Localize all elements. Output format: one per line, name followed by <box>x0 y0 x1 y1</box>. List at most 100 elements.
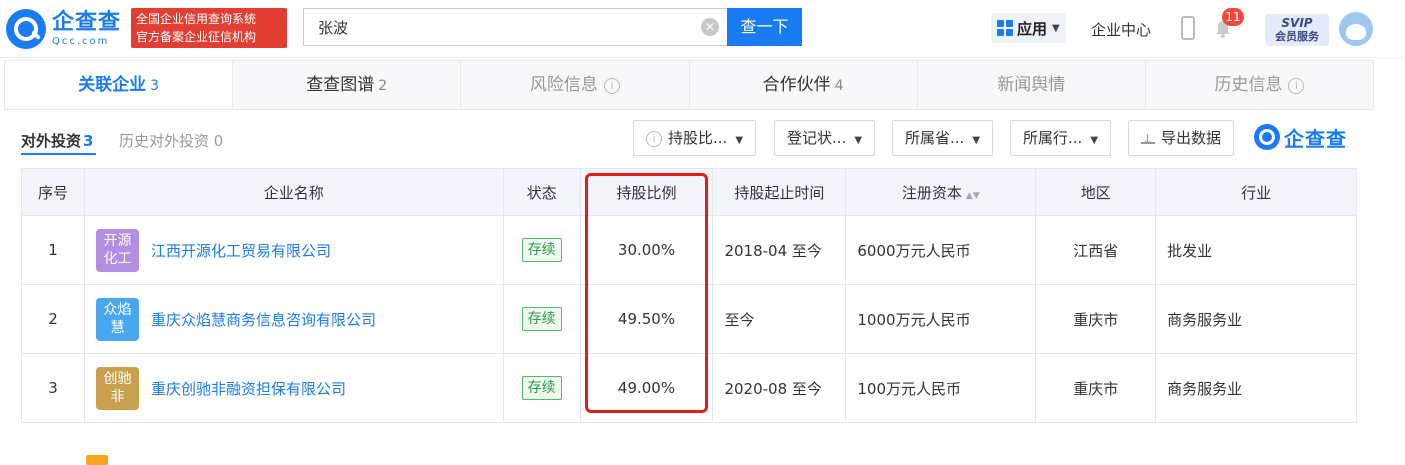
column-header: 地区 <box>1035 168 1157 216</box>
apps-menu[interactable]: 应用 ▼ <box>991 13 1066 43</box>
tab-history[interactable]: 历史信息 i <box>1146 61 1373 109</box>
column-header-label: 注册资本 <box>901 183 962 202</box>
registration-status-filter[interactable]: 登记状... ▼ <box>774 120 876 156</box>
column-header: 序号 <box>21 168 85 216</box>
chevron-down-icon: ▼ <box>1052 22 1060 34</box>
tab-graph[interactable]: 查查图谱 2 <box>233 61 462 109</box>
row-index: 3 <box>21 353 85 423</box>
holding-period: 2020-08 至今 <box>712 353 847 423</box>
table-row: 1 开源 化工 江西开源化工贸易有限公司 存续 30.00% 2018-04 至今 6000… <box>21 215 1357 285</box>
column-header: 持股起止时间 <box>712 168 847 216</box>
subtab-underline <box>21 153 96 155</box>
column-header: 行业 <box>1155 168 1357 216</box>
region: 重庆市 <box>1035 353 1157 423</box>
search-box: ✕ <box>303 8 727 46</box>
notification-badge: 11 <box>1222 8 1244 26</box>
company-name-link[interactable]: 江西开源化工贸易有限公司 <box>151 240 331 261</box>
filter-label: 所属行... <box>1023 129 1083 147</box>
vip-subtitle: 会员服务 <box>1275 30 1319 43</box>
apps-label: 应用 <box>1017 19 1048 38</box>
logo-magnifier-icon <box>6 9 46 49</box>
filter-label: 持股比... <box>668 129 728 147</box>
tab-partners[interactable]: 合作伙伴 4 <box>690 61 918 109</box>
company-cell: 开源 化工 江西开源化工贸易有限公司 <box>83 215 504 285</box>
slogan-line-2: 官方备案企业征信机构 <box>136 30 257 44</box>
tab-risk-info[interactable]: 风险信息 i <box>461 61 690 109</box>
search-button[interactable]: 查一下 <box>727 8 802 46</box>
industry-filter[interactable]: 所属行... ▼ <box>1010 120 1112 156</box>
avatar[interactable] <box>1339 12 1373 46</box>
industry: 商务服务业 <box>1155 284 1357 354</box>
status-cell: 存续 <box>502 215 581 285</box>
main-tabs: 关联企业 3 查查图谱 2 风险信息 i 合作伙伴 4 新闻舆情 历史信息 i <box>4 60 1374 110</box>
enterprise-center-link[interactable]: 企业中心 <box>1091 19 1151 40</box>
company-name-link[interactable]: 重庆创驰非融资担保有限公司 <box>151 378 346 399</box>
tab-label: 查查图谱 <box>306 75 375 95</box>
logo-text: 企查查 <box>52 9 122 35</box>
status-badge: 存续 <box>521 307 562 331</box>
clear-icon[interactable]: ✕ <box>701 18 719 36</box>
info-icon: i <box>1288 78 1305 94</box>
site-logo[interactable]: 企查查 Qcc.com <box>6 8 121 50</box>
subtab-label: 对外投资 <box>21 132 82 150</box>
column-header: 持股比例 <box>579 168 714 216</box>
column-header-sortable[interactable]: 注册资本 ▲▼ <box>845 168 1037 216</box>
region: 重庆市 <box>1035 284 1157 354</box>
info-icon: i <box>646 131 662 147</box>
company-logo[interactable]: 开源 化工 <box>95 228 139 272</box>
registered-capital: 100万元人民币 <box>845 353 1037 423</box>
province-filter[interactable]: 所属省... ▼ <box>892 120 994 156</box>
top-bar: 企查查 Qcc.com 全国企业信用查询系统 官方备案企业征信机构 ✕ 查一下 … <box>0 0 1405 58</box>
company-cell: 众焰 慧重庆众焰慧商务信息咨询有限公司 <box>83 284 504 354</box>
industry: 批发业 <box>1155 215 1357 285</box>
share-ratio: 49.00% <box>579 353 714 423</box>
row-index: 2 <box>21 284 85 354</box>
filter-label: 所属省... <box>905 129 965 147</box>
chevron-down-icon: ▼ <box>854 135 863 146</box>
apps-grid-icon <box>997 20 1013 36</box>
tab-label: 新闻舆情 <box>997 75 1066 95</box>
chevron-down-icon: ▼ <box>972 135 981 146</box>
filter-label: 登记状... <box>787 129 847 147</box>
registered-capital: 1000万元人民币 <box>845 284 1037 354</box>
sort-icon[interactable]: ▲▼ <box>966 191 980 201</box>
share-ratio-filter[interactable]: i 持股比... ▼ <box>633 120 757 156</box>
industry: 商务服务业 <box>1155 353 1357 423</box>
export-label: 导出数据 <box>1161 129 1222 147</box>
tab-count: 4 <box>834 78 844 94</box>
info-icon: i <box>603 78 620 94</box>
export-data-button[interactable]: 导出数据 <box>1128 120 1235 158</box>
official-slogan: 全国企业信用查询系统 官方备案企业征信机构 <box>131 8 287 48</box>
column-header: 状态 <box>502 168 581 216</box>
investment-table: 序号 企业名称 状态 持股比例 持股起止时间 注册资本 ▲▼ 地区 行业 1 开源 … <box>21 168 1357 423</box>
status-badge: 存续 <box>521 376 562 400</box>
subtab-count: 3 <box>83 132 94 150</box>
company-logo[interactable]: 众焰 慧 <box>95 297 139 341</box>
tab-label: 合作伙伴 <box>762 75 831 95</box>
tab-news[interactable]: 新闻舆情 <box>918 61 1146 109</box>
holding-period: 至今 <box>712 284 847 354</box>
company-logo[interactable]: 创驰 非 <box>95 366 139 410</box>
holding-period: 2018-04 至今 <box>712 215 847 285</box>
tab-related-companies[interactable]: 关联企业 3 <box>5 61 234 109</box>
status-cell: 存续 <box>502 353 581 423</box>
table-header-row: 序号 企业名称 状态 持股比例 持股起止时间 注册资本 ▲▼ 地区 行业 <box>21 168 1357 216</box>
tab-count: 2 <box>378 78 388 94</box>
slogan-line-1: 全国企业信用查询系统 <box>136 12 257 26</box>
logo-magnifier-icon <box>1254 124 1280 150</box>
watermark-text: 企查查 <box>1284 126 1347 151</box>
search-input[interactable] <box>304 9 684 45</box>
tab-label: 关联企业 <box>78 75 147 95</box>
mobile-app-icon[interactable] <box>1181 16 1195 40</box>
download-icon <box>1141 124 1155 158</box>
partial-icon <box>86 455 108 465</box>
region: 江西省 <box>1035 215 1157 285</box>
subtab-outbound-investment[interactable]: 对外投资 3 <box>21 130 93 151</box>
svip-button[interactable]: SVIP 会员服务 <box>1265 14 1329 46</box>
share-ratio: 49.50% <box>579 284 714 354</box>
subtab-history-investment[interactable]: 历史对外投资 0 <box>119 130 223 151</box>
logo-domain: Qcc.com <box>52 35 110 47</box>
company-cell: 创驰 非重庆创驰非融资担保有限公司 <box>83 353 504 423</box>
vip-title: SVIP <box>1281 16 1313 30</box>
company-name-link[interactable]: 重庆众焰慧商务信息咨询有限公司 <box>151 309 376 330</box>
